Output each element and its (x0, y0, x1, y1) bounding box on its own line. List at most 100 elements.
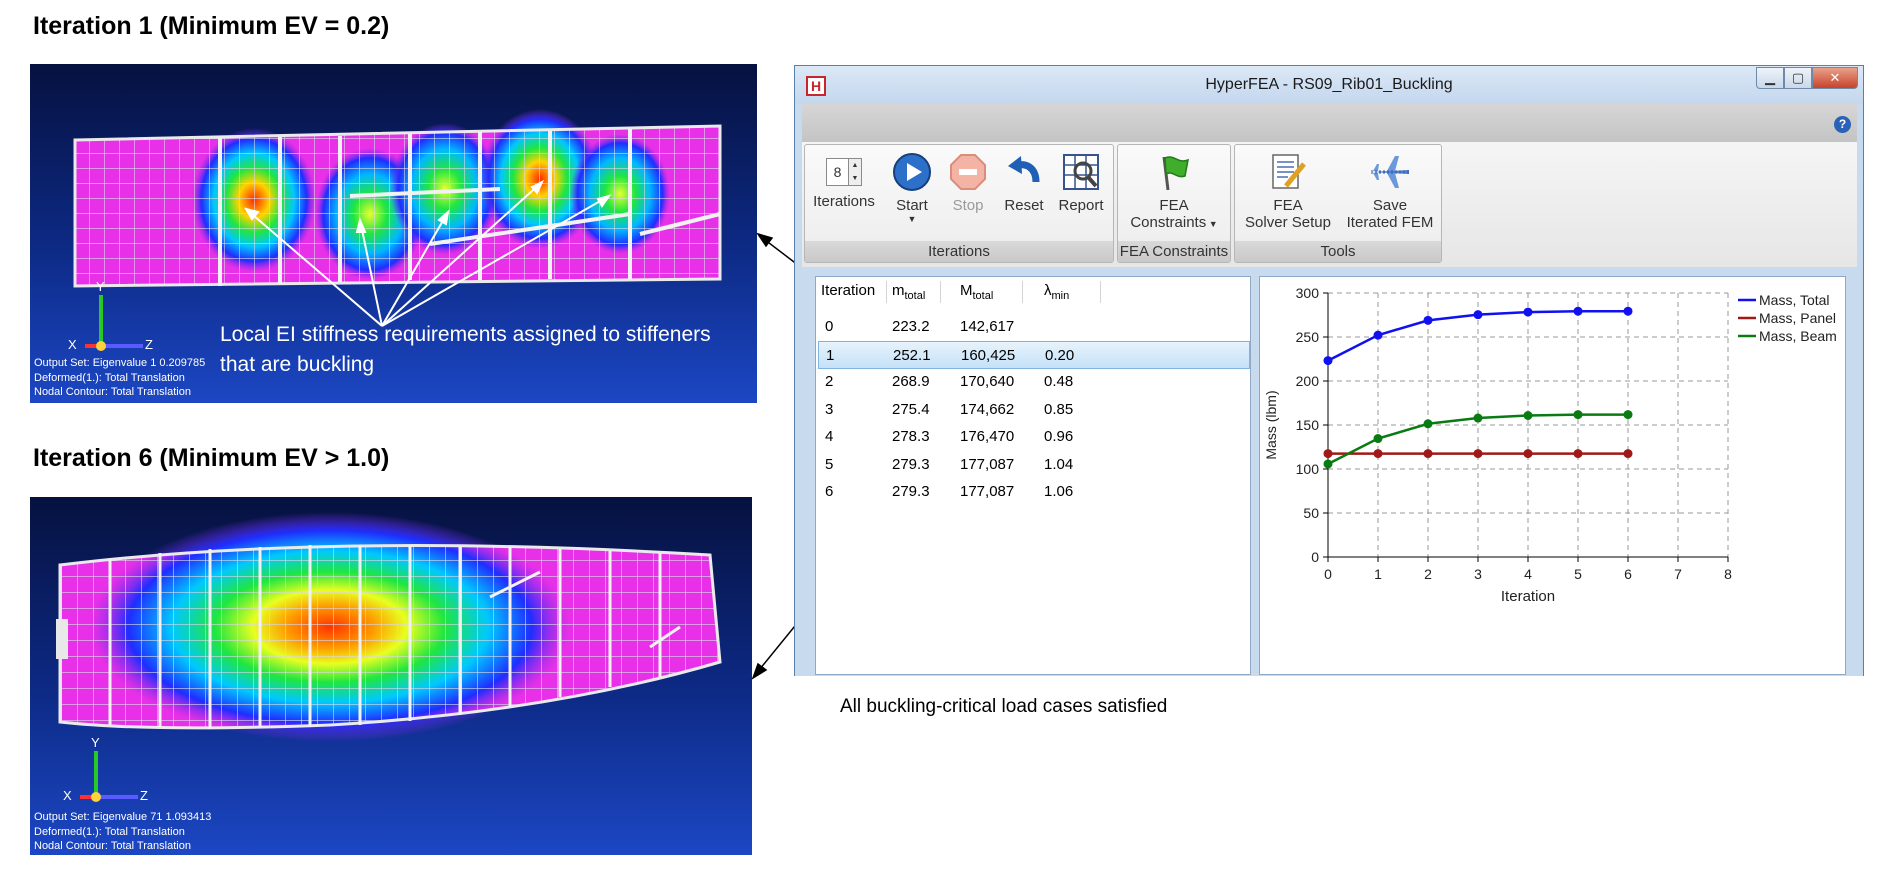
header-lambda-min[interactable]: λmin (1044, 277, 1069, 310)
cell-m: 278.3 (892, 428, 930, 445)
stop-label: Stop (952, 197, 984, 214)
cell-iteration: 1 (826, 346, 835, 364)
header-lambda-symbol: λ (1044, 282, 1052, 299)
fea-constraints-label-1: FEA (1159, 197, 1189, 214)
chevron-down-icon: ▼ (907, 214, 917, 224)
start-button[interactable]: Start ▼ (887, 151, 937, 224)
spin-down-icon[interactable]: ▼ (849, 172, 861, 185)
cell-lambda: 0.85 (1044, 400, 1074, 418)
cell-M: 177,087 (960, 455, 1015, 473)
x-axis-title: Iteration (1501, 588, 1555, 605)
table-row[interactable]: 5 279.3 177,087 1.04 (816, 451, 1250, 479)
x-tick-label: 6 (1624, 566, 1632, 582)
fea-constraints-group-label: FEA Constraints (1118, 241, 1230, 262)
table-row[interactable]: 6 279.3 177,087 1.06 (816, 478, 1250, 506)
column-divider (1100, 281, 1101, 303)
fea-output-info: Output Set: Eigenvalue 1 0.209785 Deform… (34, 356, 205, 400)
legend-label: Mass, Total (1759, 292, 1830, 308)
data-point (1373, 449, 1383, 459)
x-tick-label: 3 (1474, 566, 1482, 582)
cell-lambda: 1.06 (1044, 483, 1074, 500)
minimize-icon[interactable]: ▁ (1756, 67, 1784, 89)
table-row[interactable]: 0 223.2 142,617 (816, 313, 1250, 341)
report-label: Report (1058, 197, 1104, 214)
save-iterated-label-2: Iterated FEM (1346, 214, 1434, 231)
iteration-1-heading: Iteration 1 (Minimum EV = 0.2) (33, 12, 390, 40)
header-iteration[interactable]: Iteration (821, 277, 875, 305)
header-M-total[interactable]: Mtotal (960, 277, 993, 310)
data-point (1623, 410, 1633, 420)
solver-setup-label-2: Solver Setup (1245, 214, 1331, 231)
x-tick-label: 4 (1524, 566, 1532, 582)
data-point (1423, 449, 1433, 459)
y-tick-label: 250 (1296, 329, 1320, 345)
nodal-contour-text: Nodal Contour: Total Translation (34, 386, 191, 398)
cell-lambda: 0.20 (1045, 346, 1075, 364)
fea-solver-setup-button[interactable]: FEA Solver Setup (1237, 151, 1339, 231)
cell-M: 174,662 (960, 400, 1015, 418)
save-iterated-label-1: Save (1372, 197, 1408, 214)
stop-button[interactable]: Stop (943, 151, 993, 214)
header-m-total[interactable]: mtotal (892, 277, 925, 310)
spin-up-icon[interactable]: ▲ (849, 159, 861, 172)
solver-setup-label-1: FEA (1273, 197, 1303, 214)
cell-iteration: 0 (825, 318, 834, 335)
tools-group-label: Tools (1235, 241, 1441, 262)
y-tick-label: 100 (1296, 461, 1320, 477)
close-icon[interactable]: ✕ (1812, 67, 1858, 89)
z-axis-label: Z (145, 337, 153, 352)
legend-label: Mass, Beam (1759, 328, 1837, 344)
table-row[interactable]: 1 252.1 160,425 0.20 (818, 340, 1250, 369)
x-tick-label: 2 (1424, 566, 1432, 582)
table-row[interactable]: 2 268.9 170,640 0.48 (816, 368, 1250, 396)
iterations-stepper[interactable]: 8 ▲ ▼ (826, 158, 862, 186)
deformed-text: Deformed(1.): Total Translation (34, 825, 185, 838)
output-set-text: Output Set: Eigenvalue 1 0.209785 (34, 357, 206, 369)
report-button[interactable]: Report (1053, 151, 1109, 214)
save-iterated-fem-button[interactable]: Save Iterated FEM (1339, 151, 1441, 231)
column-divider (1022, 281, 1023, 303)
cell-iteration: 6 (825, 483, 834, 500)
header-m-sub: total (904, 290, 926, 302)
data-point (1423, 315, 1433, 325)
y-tick-label: 0 (1311, 549, 1319, 565)
start-label: Start (896, 197, 928, 214)
table-row[interactable]: 4 278.3 176,470 0.96 (816, 423, 1250, 451)
report-icon (1063, 154, 1099, 190)
y-tick-label: 300 (1296, 285, 1320, 301)
x-tick-label: 5 (1574, 566, 1582, 582)
stiffener-callout: Local EI stiffness requirements assigned… (220, 320, 711, 380)
callout-line-2: that are buckling (220, 353, 375, 376)
table-row[interactable]: 3 275.4 174,662 0.85 (816, 396, 1250, 424)
title-bar[interactable]: H HyperFEA - RS09_Rib01_Buckling ▁ ▢ ✕ (795, 66, 1863, 104)
data-point (1623, 306, 1633, 316)
cell-M: 160,425 (961, 346, 1016, 364)
fea-contour-iteration-1: Y X Z Local EI stiffness requirements as… (30, 64, 757, 403)
legend-label: Mass, Panel (1759, 310, 1836, 326)
help-icon[interactable]: ? (1834, 116, 1851, 133)
data-point (1523, 307, 1533, 317)
tools-group: FEA Solver Setup Save Iterated FEM Tools (1234, 144, 1442, 263)
menu-bar: ? (802, 104, 1857, 142)
fea-constraints-button[interactable]: FEA Constraints ▼ (1120, 151, 1228, 233)
iterations-label: Iterations (813, 193, 875, 210)
output-set-text: Output Set: Eigenvalue 71 1.093413 (34, 811, 212, 823)
document-edit-icon (1272, 154, 1306, 189)
stop-icon (950, 154, 986, 190)
y-tick-label: 150 (1296, 417, 1320, 433)
y-tick-label: 50 (1303, 505, 1319, 521)
iterations-value: 8 (833, 164, 842, 180)
cell-M: 177,087 (960, 483, 1015, 500)
column-divider (886, 281, 887, 303)
maximize-icon[interactable]: ▢ (1784, 67, 1812, 89)
header-m-symbol: m (892, 282, 905, 299)
data-point (1623, 449, 1633, 459)
x-tick-label: 8 (1724, 566, 1732, 582)
iterations-group: 8 ▲ ▼ Iterations Start ▼ Stop Reset Repor… (804, 144, 1114, 263)
cell-lambda: 1.04 (1044, 455, 1074, 473)
fea-contour-iteration-6: Y X Z Output Set: Eigenvalue 71 1.093413… (30, 497, 752, 855)
aircraft-icon (1371, 156, 1409, 188)
fea-output-info: Output Set: Eigenvalue 71 1.093413 Defor… (34, 810, 211, 854)
y-axis-title: Mass (lbm) (1263, 390, 1279, 459)
reset-button[interactable]: Reset (999, 151, 1049, 214)
